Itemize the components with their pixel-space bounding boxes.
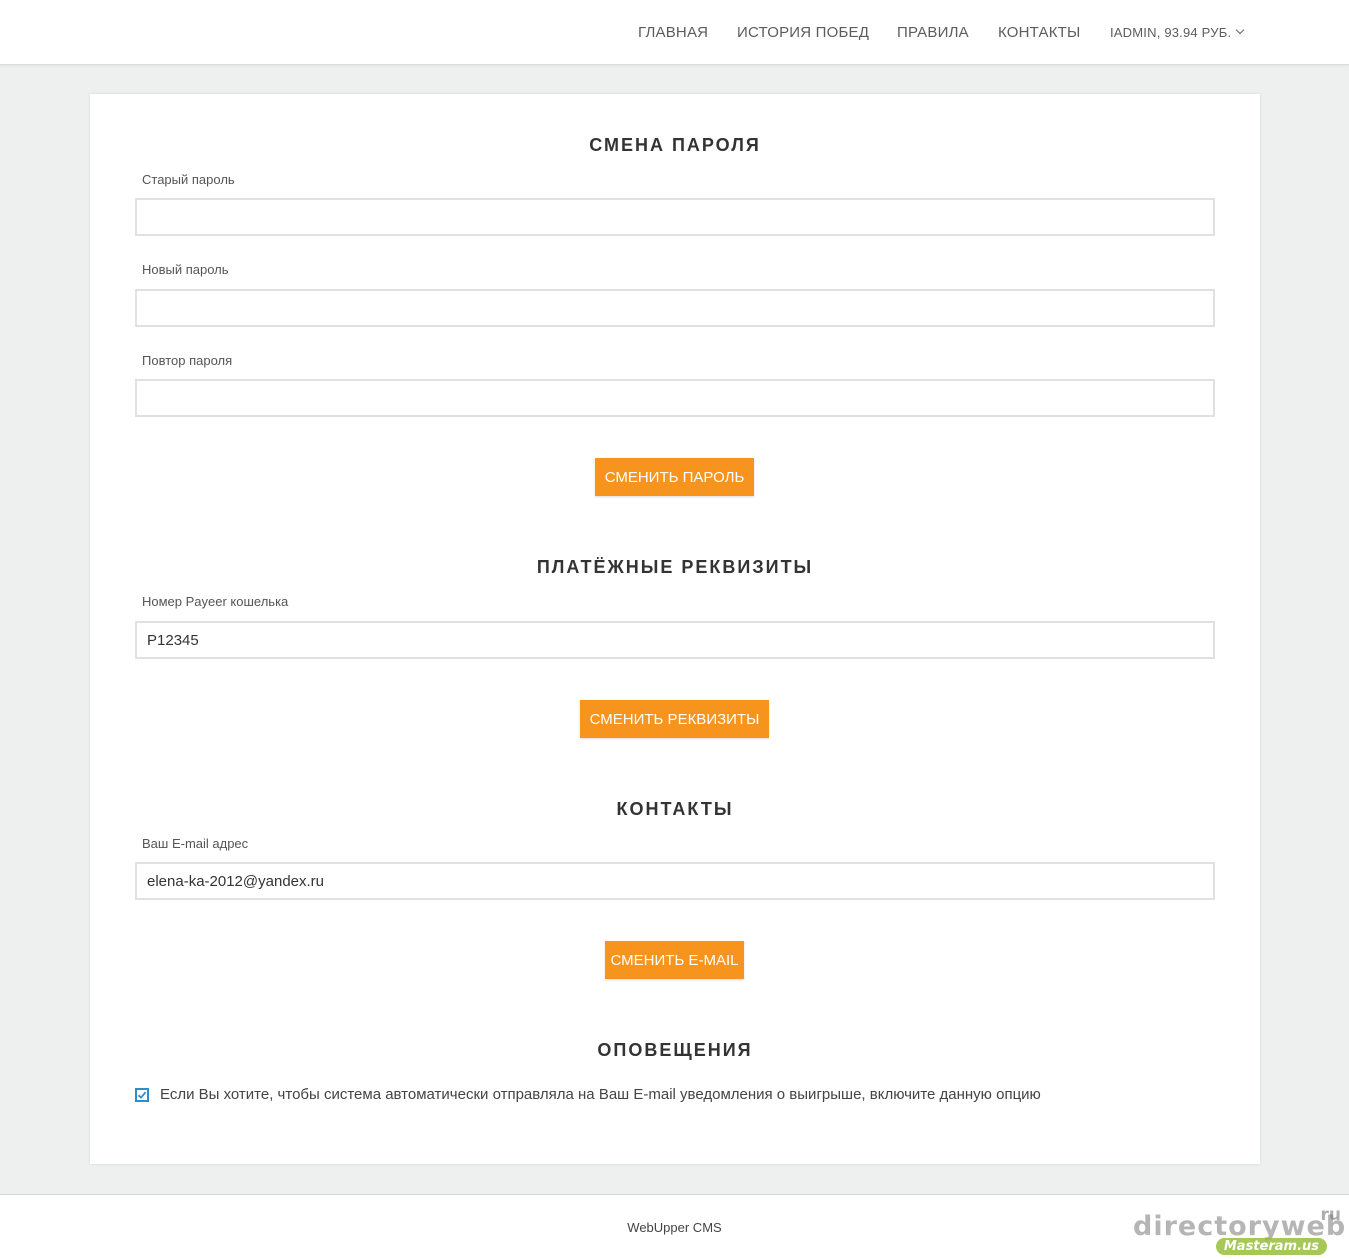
- nav-contacts[interactable]: КОНТАКТЫ: [998, 0, 1081, 64]
- change-email-button[interactable]: СМЕНИТЬ E-MAIL: [605, 941, 744, 979]
- email-label: Ваш E-mail адрес: [142, 836, 249, 851]
- watermark: directoryweb ru Masteram.us: [1131, 1197, 1345, 1257]
- change-payment-button[interactable]: СМЕНИТЬ РЕКВИЗИТЫ: [580, 700, 769, 738]
- notification-checkbox[interactable]: [135, 1087, 149, 1102]
- repeat-password-label: Повтор пароля: [142, 353, 233, 368]
- notification-option[interactable]: Если Вы хотите, чтобы система автоматиче…: [135, 1086, 1041, 1103]
- notification-checkbox-label: Если Вы хотите, чтобы система автоматиче…: [160, 1086, 1041, 1103]
- wallet-label: Номер Payeer кошелька: [142, 594, 289, 609]
- nav-history[interactable]: ИСТОРИЯ ПОБЕД: [737, 0, 869, 64]
- nav-rules[interactable]: ПРАВИЛА: [897, 0, 969, 64]
- old-password-label: Старый пароль: [142, 172, 235, 187]
- email-field[interactable]: [135, 862, 1215, 900]
- payment-section-title: ПЛАТЁЖНЫЕ РЕКВИЗИТЫ: [536, 557, 814, 577]
- watermark-badge: Masteram.us: [1215, 1238, 1327, 1255]
- change-password-button[interactable]: СМЕНИТЬ ПАРОЛЬ: [595, 458, 754, 496]
- footer: WebUpper CMS directoryweb ru Masteram.us: [0, 1194, 1349, 1259]
- checkmark-icon: [137, 1091, 147, 1099]
- notifications-section-title: ОПОВЕЩЕНИЯ: [597, 1040, 753, 1060]
- user-menu-label: IADMIN, 93.94 РУБ.: [1110, 24, 1232, 40]
- new-password-field[interactable]: [135, 289, 1215, 327]
- watermark-tld: ru: [1320, 1205, 1342, 1225]
- settings-card: СМЕНА ПАРОЛЯ Старый пароль Новый пароль …: [90, 94, 1260, 1164]
- old-password-field[interactable]: [135, 198, 1215, 236]
- wallet-field[interactable]: [135, 621, 1215, 659]
- nav-home[interactable]: ГЛАВНАЯ: [638, 0, 708, 64]
- new-password-label: Новый пароль: [142, 262, 229, 277]
- user-menu[interactable]: IADMIN, 93.94 РУБ.: [1110, 0, 1245, 64]
- chevron-down-icon: [1236, 25, 1245, 34]
- repeat-password-field[interactable]: [135, 379, 1215, 417]
- password-section-title: СМЕНА ПАРОЛЯ: [589, 135, 761, 155]
- contacts-section-title: КОНТАКТЫ: [616, 799, 734, 819]
- top-navbar: ГЛАВНАЯ ИСТОРИЯ ПОБЕД ПРАВИЛА КОНТАКТЫ I…: [0, 0, 1349, 65]
